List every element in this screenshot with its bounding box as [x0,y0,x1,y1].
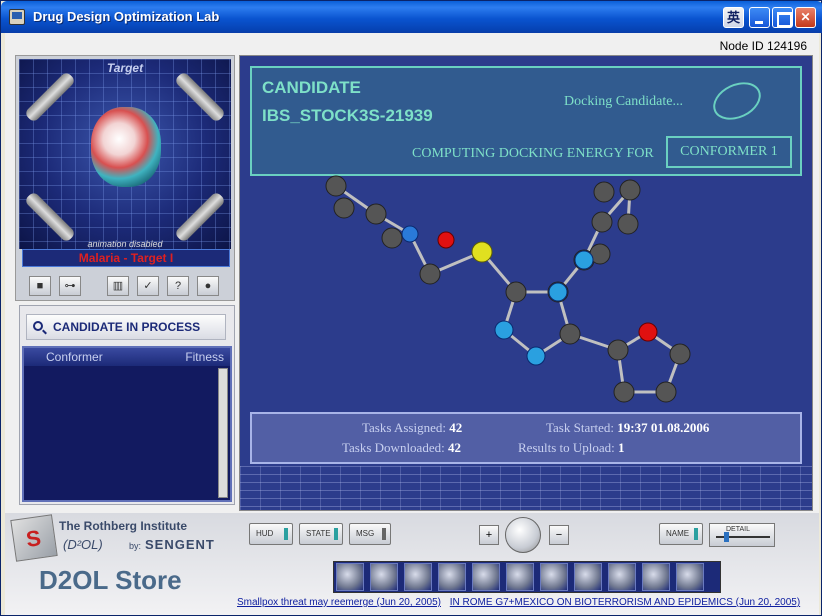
target-panel: Target animation disabled Malaria - Targ… [15,55,235,301]
target-label[interactable]: Malaria - Target I [22,249,230,267]
close-button[interactable]: ✕ [795,7,816,28]
conformer-table[interactable]: Conformer Fitness [22,346,232,502]
candidate-label: CANDIDATE [262,78,361,97]
window-title: Drug Design Optimization Lab [33,9,220,24]
sengent-logo: SENGENT [145,537,215,552]
thumbnail[interactable] [608,563,636,591]
app-icon[interactable] [9,9,25,25]
thumbnail[interactable] [574,563,602,591]
institute-name: The Rothberg Institute [59,519,187,533]
app-area: Node ID 124196 Target animation disabled… [5,33,819,615]
thumbnail[interactable] [540,563,568,591]
thumbnail[interactable] [404,563,432,591]
candidate-id: IBS_STOCK3S-21939 [262,106,433,125]
navigation-ball[interactable] [505,517,541,553]
molecule-model[interactable] [240,174,813,414]
by-label: by: [129,541,142,551]
conformer-box: CONFORMER 1 [666,136,792,168]
rothberg-logo [10,514,58,562]
state-toggle[interactable]: STATE [299,523,343,545]
node-id: Node ID 124196 [719,39,807,53]
app-window: Drug Design Optimization Lab 英 ✕ Node ID… [0,0,822,616]
globe-icon[interactable]: ● [197,276,219,296]
molecule-view[interactable]: CANDIDATE IBS_STOCK3S-21939 Docking Cand… [239,55,813,511]
msg-toggle[interactable]: MSG [349,523,391,545]
column-fitness[interactable]: Fitness [185,350,224,364]
maximize-button[interactable] [772,7,793,28]
table-header: Conformer Fitness [24,348,230,366]
thumbnail[interactable] [472,563,500,591]
task-started: Task Started: 19:37 01.08.2006 [546,420,710,435]
ticker-item[interactable]: IN ROME G7+MEXICO ON BIOTERRORISM AND EP… [450,597,800,608]
thumbnail[interactable] [676,563,704,591]
candidate-in-process-panel: CANDIDATE IN PROCESS Conformer Fitness [19,305,235,505]
candidate-thumbnails [333,561,721,593]
computing-text: COMPUTING DOCKING ENERGY FOR [412,146,654,161]
thumbnail[interactable] [438,563,466,591]
title-bar[interactable]: Drug Design Optimization Lab 英 ✕ [1,1,822,33]
table-scrollbar[interactable] [218,368,228,498]
zoom-in-icon[interactable]: + [479,525,499,545]
column-conformer[interactable]: Conformer [46,350,103,364]
zoom-out-icon[interactable]: − [549,525,569,545]
tasks-assigned: Tasks Assigned: 42 [362,420,463,435]
tool-row: ■ ⊶ ▥ ✓ ? ● [15,276,235,298]
hud-panel: CANDIDATE IBS_STOCK3S-21939 Docking Cand… [250,66,802,176]
stop-icon[interactable]: ■ [29,276,51,296]
minimize-button[interactable] [749,7,770,28]
view-floor [240,466,812,510]
tasks-downloaded: Tasks Downloaded: 42 [342,440,461,455]
detail-slider[interactable]: DETAIL [709,523,775,547]
results-to-upload: Results to Upload: 1 [518,440,625,455]
thumbnail[interactable] [336,563,364,591]
chart-icon[interactable]: ▥ [107,276,129,296]
connect-icon[interactable]: ⊶ [59,276,81,296]
name-toggle[interactable]: NAME [659,523,703,545]
search-icon [33,321,43,331]
docking-icon [707,75,767,127]
thumbnail[interactable] [370,563,398,591]
candidate-in-process-header: CANDIDATE IN PROCESS [26,314,226,340]
target-image: Target animation disabled [19,59,231,249]
candidate-header-label: CANDIDATE IN PROCESS [53,320,201,334]
ime-button[interactable]: 英 [723,7,744,28]
ticker-item[interactable]: Smallpox threat may reemerge (Jun 20, 20… [237,597,441,608]
target-title: Target [106,61,144,75]
hud-toggle[interactable]: HUD [249,523,293,545]
protein-target-image [91,107,161,187]
thumbnail[interactable] [506,563,534,591]
animation-note: animation disabled [87,239,163,249]
news-ticker: Smallpox threat may reemerge (Jun 20, 20… [237,597,819,611]
task-stats: Tasks Assigned: 42 Task Started: 19:37 0… [250,412,802,464]
bottom-bar: The Rothberg Institute (D²OL) by: SENGEN… [5,513,819,615]
thumbnail[interactable] [642,563,670,591]
help-icon[interactable]: ? [167,276,189,296]
docking-status: Docking Candidate... [564,94,683,109]
check-icon[interactable]: ✓ [137,276,159,296]
store-button[interactable]: D2OL Store [39,565,182,596]
d2ol-label: (D²OL) [63,537,103,552]
